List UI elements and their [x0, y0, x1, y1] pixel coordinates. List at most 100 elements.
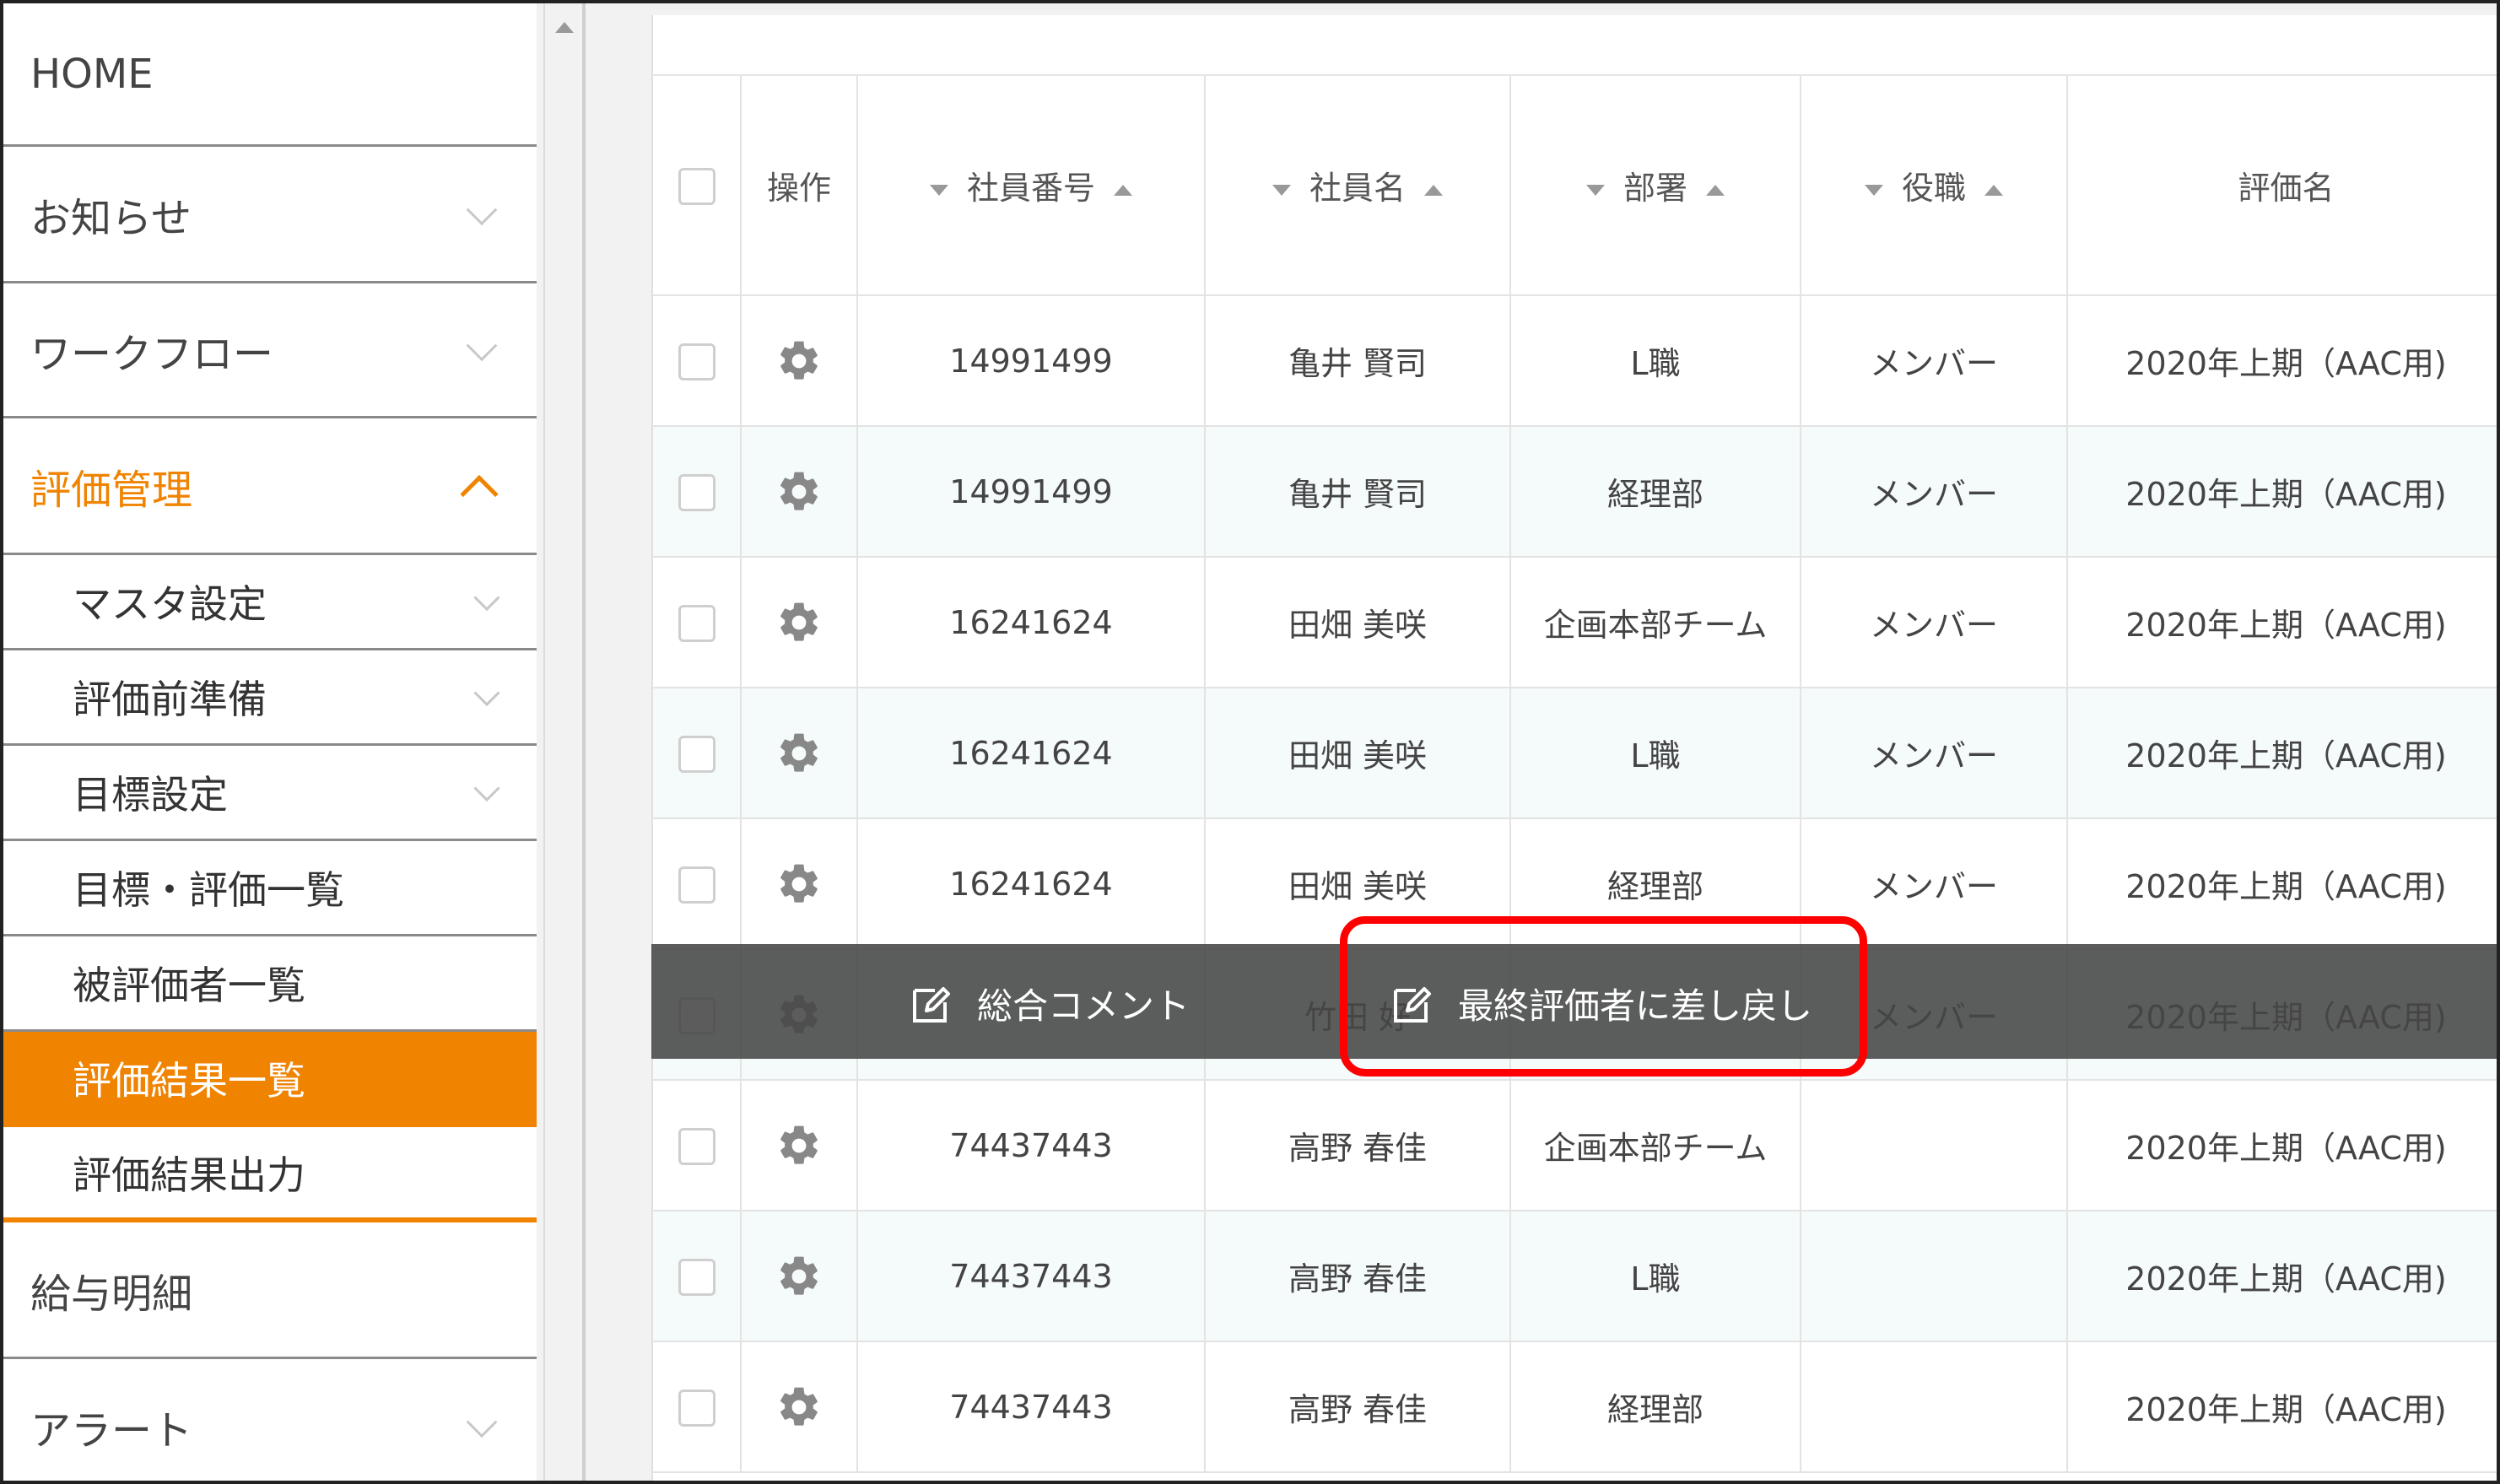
sidebar-item-payslip[interactable]: 給与明細: [3, 1222, 537, 1359]
row-op-cell[interactable]: [741, 688, 858, 819]
sort-asc-icon[interactable]: [1984, 185, 2003, 196]
cell-dept: 経理部: [1510, 426, 1801, 558]
row-checkbox[interactable]: [678, 1389, 715, 1427]
sort-desc-icon[interactable]: [929, 185, 948, 196]
row-op-cell[interactable]: [741, 1080, 858, 1211]
edit-icon: [913, 986, 950, 1023]
gear-icon: [780, 602, 818, 641]
table-row[interactable]: 74437443 高野 春佳 L職 2020年上期（AAC用): [653, 1211, 2497, 1342]
sort-asc-icon[interactable]: [1114, 185, 1132, 196]
table-row[interactable]: 14991499 亀井 賢司 L職 メンバー 2020年上期（AAC用): [653, 295, 2497, 427]
row-checkbox-cell: [653, 557, 742, 688]
sidebar-item-evaluation[interactable]: 評価管理: [3, 418, 537, 555]
sidebar-scrollbar[interactable]: [543, 3, 582, 1481]
sort-desc-icon[interactable]: [1272, 185, 1291, 196]
cell-emp-name: 高野 春佳: [1205, 1080, 1511, 1211]
sidebar-subitem-result-export[interactable]: 評価結果出力: [3, 1127, 537, 1222]
gear-icon: [780, 864, 818, 903]
cell-role: メンバー: [1801, 688, 2068, 819]
sidebar-subitem-label: 評価前準備: [73, 677, 267, 722]
cell-eval: 2020年上期（AAC用): [2067, 295, 2497, 427]
cell-role: [1801, 1341, 2068, 1473]
table-body: 14991499 亀井 賢司 L職 メンバー 2020年上期（AAC用) 14991499…: [653, 295, 2497, 1473]
cell-emp-name: 田畑 美咲: [1205, 557, 1511, 688]
header-emp-no[interactable]: 社員番号: [857, 76, 1206, 296]
chevron-down-icon: [473, 680, 500, 707]
row-checkbox[interactable]: [678, 604, 715, 642]
table-row[interactable]: 14991499 亀井 賢司 経理部 メンバー 2020年上期（AAC用): [653, 426, 2497, 558]
cell-eval: 2020年上期（AAC用): [2067, 557, 2497, 688]
sidebar-subitem-goal-setting[interactable]: 目標設定: [3, 746, 537, 841]
cell-emp-no: 14991499: [857, 426, 1206, 558]
sidebar-item-alert[interactable]: アラート: [3, 1359, 537, 1481]
header-checkbox-cell: [653, 76, 742, 296]
table-row[interactable]: 74437443 高野 春佳 経理部 2020年上期（AAC用): [653, 1341, 2497, 1473]
chevron-down-icon: [473, 775, 500, 802]
row-op-cell[interactable]: [741, 1211, 858, 1342]
overall-comment-button[interactable]: 総合コメント: [910, 978, 1190, 1029]
sidebar-subitem-goal-list[interactable]: 目標・評価一覧: [3, 841, 537, 936]
row-checkbox[interactable]: [678, 866, 715, 904]
header-role[interactable]: 役職: [1801, 76, 2068, 296]
sort-asc-icon[interactable]: [1424, 185, 1443, 196]
row-checkbox-cell: [653, 1341, 742, 1473]
row-checkbox[interactable]: [678, 1127, 715, 1165]
cell-dept: L職: [1510, 295, 1801, 427]
sort-desc-icon[interactable]: [1864, 185, 1883, 196]
table-row[interactable]: 74437443 高野 春佳 企画本部チーム 2020年上期（AAC用): [653, 1080, 2497, 1211]
header-emp-name[interactable]: 社員名: [1205, 76, 1511, 296]
sidebar-subitem-label: 被評価者一覧: [73, 963, 305, 1008]
header-emp-no-label: 社員番号: [966, 170, 1095, 207]
sidebar-subitem-result-list[interactable]: 評価結果一覧: [3, 1032, 537, 1127]
table-header-row: 操作 社員番号 社員名 部署 役職 評価名: [653, 76, 2497, 296]
sort-desc-icon[interactable]: [1585, 185, 1605, 196]
table-row[interactable]: 16241624 田畑 美咲 企画本部チーム メンバー 2020年上期（AAC用): [653, 557, 2497, 688]
sidebar-item-label: 評価管理: [30, 466, 193, 514]
cell-eval: 2020年上期（AAC用): [2067, 426, 2497, 558]
cell-emp-no: 74437443: [857, 1211, 1206, 1342]
sidebar-subitem-label: 目標・評価一覧: [73, 867, 344, 913]
sidebar-subitem-evaluatee-list[interactable]: 被評価者一覧: [3, 936, 537, 1032]
header-eval: 評価名: [2067, 76, 2497, 296]
select-all-checkbox[interactable]: [678, 167, 715, 205]
gear-icon: [780, 341, 818, 380]
sidebar-item-notices[interactable]: お知らせ: [3, 147, 537, 283]
cell-emp-no: 16241624: [857, 557, 1206, 688]
row-checkbox-cell: [653, 426, 742, 558]
sidebar-subitem-master[interactable]: マスタ設定: [3, 555, 537, 650]
row-checkbox-cell: [653, 1211, 742, 1342]
header-emp-name-label: 社員名: [1309, 170, 1406, 207]
row-checkbox[interactable]: [678, 343, 715, 380]
sidebar-item-label: 給与明細: [30, 1270, 193, 1318]
cell-eval: 2020年上期（AAC用): [2067, 1211, 2497, 1342]
sidebar-subitem-preparation[interactable]: 評価前準備: [3, 650, 537, 746]
sort-asc-icon[interactable]: [1706, 185, 1725, 196]
row-op-cell[interactable]: [741, 426, 858, 558]
row-checkbox[interactable]: [678, 1258, 715, 1296]
row-op-cell[interactable]: [741, 557, 858, 688]
cell-eval: 2020年上期（AAC用): [2067, 1341, 2497, 1473]
gear-icon: [780, 1125, 818, 1164]
scroll-up-icon[interactable]: [555, 22, 574, 33]
chevron-up-icon: [460, 474, 499, 513]
app-window: HOME お知らせ ワークフロー 評価管理 マスタ設定 評価前準備 目標設定 目…: [0, 0, 2500, 1484]
header-dept[interactable]: 部署: [1510, 76, 1801, 296]
table-row[interactable]: 16241624 田畑 美咲 L職 メンバー 2020年上期（AAC用): [653, 688, 2497, 819]
row-op-cell[interactable]: [741, 295, 858, 427]
chevron-down-icon: [466, 1406, 498, 1438]
row-checkbox[interactable]: [678, 473, 715, 511]
row-op-cell[interactable]: [741, 1341, 858, 1473]
cell-emp-no: 16241624: [857, 688, 1206, 819]
chevron-down-icon: [466, 329, 498, 361]
chevron-down-icon: [473, 585, 500, 612]
row-checkbox[interactable]: [678, 735, 715, 773]
gear-icon: [780, 733, 818, 772]
sidebar-item-home[interactable]: HOME: [3, 3, 537, 147]
sidebar-item-workflow[interactable]: ワークフロー: [3, 283, 537, 418]
cell-emp-name: 田畑 美咲: [1205, 688, 1511, 819]
row-op-cell[interactable]: [741, 818, 858, 950]
cell-dept: 経理部: [1510, 1341, 1801, 1473]
cell-emp-no: 74437443: [857, 1341, 1206, 1473]
header-op: 操作: [741, 76, 858, 296]
cell-emp-name: 高野 春佳: [1205, 1211, 1511, 1342]
